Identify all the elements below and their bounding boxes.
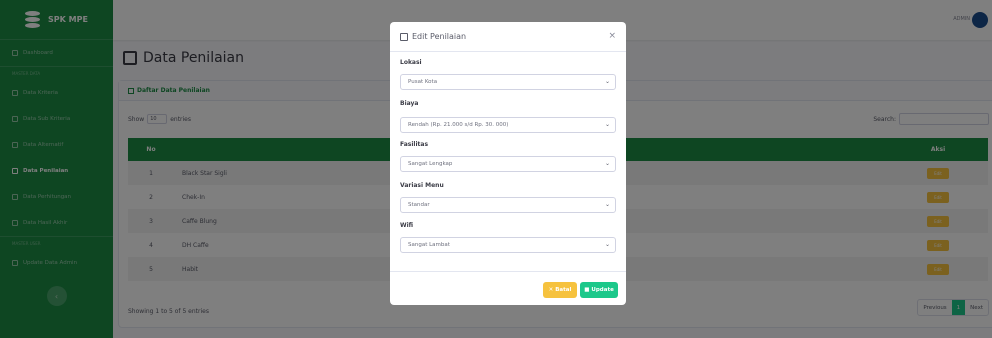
modal-footer: ✕ Batal ■ Update bbox=[390, 271, 626, 305]
label-lokasi: Lokasi bbox=[400, 59, 422, 66]
modal-header: Edit Penilaian bbox=[390, 22, 626, 52]
chevron-down-icon: ⌄ bbox=[604, 201, 610, 208]
chevron-down-icon: ⌄ bbox=[604, 78, 610, 85]
save-icon: ■ bbox=[584, 287, 590, 293]
close-icon[interactable]: × bbox=[608, 31, 616, 41]
update-button[interactable]: ■ Update bbox=[580, 282, 618, 298]
label-fasilitas: Fasilitas bbox=[400, 141, 429, 148]
modal-title: Edit Penilaian bbox=[412, 32, 467, 41]
chevron-down-icon: ⌄ bbox=[604, 160, 610, 167]
edit-icon bbox=[400, 32, 408, 41]
select-biaya[interactable]: Rendah (Rp. 21.000 s/d Rp. 30. 000) ⌄ bbox=[400, 117, 616, 133]
select-variasi-menu[interactable]: Standar ⌄ bbox=[400, 197, 616, 213]
close-icon: ✕ bbox=[548, 287, 554, 293]
select-wifi[interactable]: Sangat Lambat ⌄ bbox=[400, 237, 616, 253]
label-biaya: Biaya bbox=[400, 100, 419, 107]
select-lokasi[interactable]: Pusat Kota ⌄ bbox=[400, 74, 616, 90]
edit-penilaian-modal: Edit Penilaian × Lokasi Pusat Kota ⌄ Biay… bbox=[390, 22, 626, 305]
batal-button[interactable]: ✕ Batal bbox=[543, 282, 577, 298]
select-fasilitas[interactable]: Sangat Lengkap ⌄ bbox=[400, 156, 616, 172]
label-variasi-menu: Variasi Menu bbox=[400, 182, 444, 189]
chevron-down-icon: ⌄ bbox=[604, 121, 610, 128]
label-wifi: Wifi bbox=[400, 222, 414, 229]
chevron-down-icon: ⌄ bbox=[604, 241, 610, 248]
